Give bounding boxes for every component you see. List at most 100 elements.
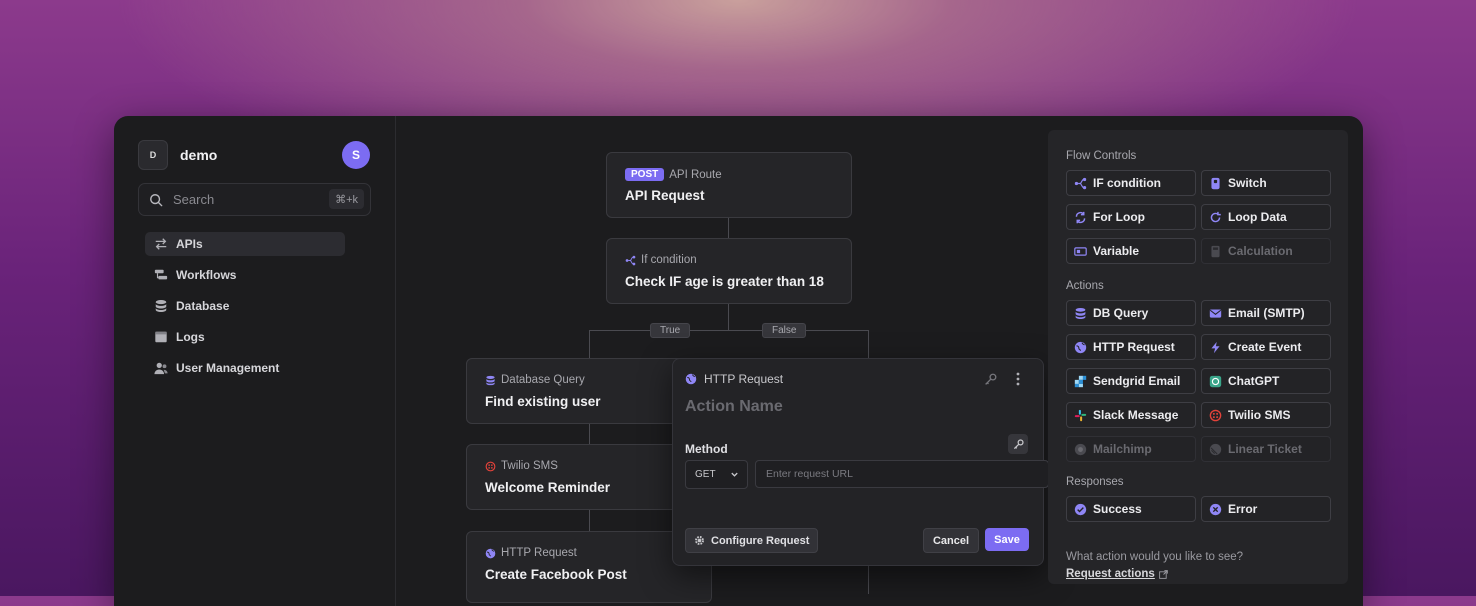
palette-item-label: Sendgrid Email bbox=[1093, 374, 1181, 388]
palette-slack-message[interactable]: Slack Message bbox=[1066, 402, 1196, 428]
palette-twilio-sms[interactable]: Twilio SMS bbox=[1201, 402, 1331, 428]
palette-email-smtp[interactable]: Email (SMTP) bbox=[1201, 300, 1331, 326]
node-title: Check IF age is greater than 18 bbox=[625, 274, 824, 289]
workflow-icon bbox=[154, 269, 168, 280]
method-value: GET bbox=[695, 469, 716, 480]
http-method-badge: POST bbox=[625, 168, 665, 181]
request-actions-label: Request actions bbox=[1066, 568, 1155, 580]
node-subtitle: HTTP Request bbox=[501, 547, 577, 559]
auth-key-button[interactable] bbox=[1008, 434, 1028, 454]
more-options-button[interactable] bbox=[1009, 370, 1027, 388]
sidebar-item-workflows[interactable]: Workflows bbox=[145, 263, 345, 287]
globe-icon bbox=[1074, 341, 1087, 353]
connector-line bbox=[589, 423, 590, 445]
palette-chatgpt[interactable]: ChatGPT bbox=[1201, 368, 1331, 394]
globe-icon bbox=[685, 373, 697, 385]
node-subtitle: Database Query bbox=[501, 374, 585, 386]
save-button[interactable]: Save bbox=[985, 528, 1029, 551]
loop-icon bbox=[1075, 211, 1086, 223]
node-title: Create Facebook Post bbox=[485, 567, 627, 582]
palette-variable[interactable]: Variable bbox=[1066, 238, 1196, 264]
database-icon bbox=[486, 375, 495, 385]
workspace-logo: D bbox=[138, 140, 168, 170]
palette-item-label: DB Query bbox=[1093, 306, 1149, 320]
branch-icon bbox=[1074, 177, 1087, 189]
palette-error[interactable]: Error bbox=[1201, 496, 1331, 522]
mailchimp-icon bbox=[1074, 443, 1087, 455]
node-subtitle: If condition bbox=[641, 254, 697, 266]
bolt-icon bbox=[1211, 341, 1220, 353]
key-button[interactable] bbox=[981, 370, 999, 388]
palette-create-event[interactable]: Create Event bbox=[1201, 334, 1331, 360]
app-window: D demo S ⌘+k APIs Workflows Database bbox=[114, 116, 1363, 606]
configure-label: Configure Request bbox=[711, 534, 810, 547]
cancel-button[interactable]: Cancel bbox=[923, 528, 979, 553]
palette-item-label: For Loop bbox=[1093, 210, 1145, 224]
palette-success[interactable]: Success bbox=[1066, 496, 1196, 522]
palette-item-label: ChatGPT bbox=[1228, 374, 1280, 388]
connector-line bbox=[589, 330, 590, 358]
more-vertical-icon bbox=[1016, 372, 1020, 386]
sidebar-item-label: Workflows bbox=[176, 268, 237, 282]
database-icon bbox=[155, 300, 167, 312]
palette-for-loop[interactable]: For Loop bbox=[1066, 204, 1196, 230]
connector-line bbox=[589, 330, 869, 331]
request-question: What action would you like to see? bbox=[1066, 551, 1244, 563]
palette-loop-data[interactable]: Loop Data bbox=[1201, 204, 1331, 230]
responses-heading: Responses bbox=[1066, 476, 1124, 488]
workspace-switcher[interactable]: D demo bbox=[138, 140, 217, 170]
search-icon bbox=[150, 193, 163, 206]
key-icon bbox=[1013, 438, 1024, 449]
palette-calculation: Calculation bbox=[1201, 238, 1331, 264]
branch-false-label: False bbox=[762, 323, 807, 338]
node-subtitle: API Route bbox=[669, 168, 722, 181]
palette-item-label: Calculation bbox=[1228, 244, 1293, 258]
sidebar-item-label: User Management bbox=[176, 361, 280, 375]
method-select[interactable]: GET bbox=[685, 460, 748, 489]
connector-line bbox=[868, 564, 869, 594]
database-icon bbox=[1075, 307, 1086, 319]
key-icon bbox=[984, 373, 996, 385]
check-circle-icon bbox=[1074, 503, 1087, 515]
mail-icon bbox=[1209, 308, 1222, 318]
action-name-field[interactable]: Action Name bbox=[685, 398, 783, 416]
chatgpt-icon bbox=[1209, 375, 1222, 387]
node-title: Find existing user bbox=[485, 394, 601, 409]
configure-request-button[interactable]: Configure Request bbox=[685, 528, 819, 553]
palette-item-label: Email (SMTP) bbox=[1228, 306, 1305, 320]
workspace-name: demo bbox=[180, 147, 218, 163]
palette-item-label: Slack Message bbox=[1093, 408, 1179, 422]
arrows-swap-icon bbox=[155, 238, 167, 250]
gear-icon bbox=[695, 536, 704, 545]
palette-db-query[interactable]: DB Query bbox=[1066, 300, 1196, 326]
sidebar-item-apis[interactable]: APIs bbox=[145, 232, 345, 256]
connector-line bbox=[728, 304, 729, 330]
node-api-request[interactable]: POST API Route API Request bbox=[606, 152, 852, 218]
palette-if-condition[interactable]: IF condition bbox=[1066, 170, 1196, 196]
node-if-condition[interactable]: If condition Check IF age is greater tha… bbox=[606, 238, 852, 304]
palette-http-request[interactable]: HTTP Request bbox=[1066, 334, 1196, 360]
flow-controls-heading: Flow Controls bbox=[1066, 150, 1137, 162]
node-subtitle: Twilio SMS bbox=[501, 460, 558, 472]
search-box[interactable]: ⌘+k bbox=[138, 183, 371, 216]
sidebar-item-user-management[interactable]: User Management bbox=[145, 356, 345, 380]
user-avatar[interactable]: S bbox=[342, 141, 370, 169]
refresh-icon bbox=[1210, 211, 1221, 222]
search-shortcut: ⌘+k bbox=[329, 189, 364, 209]
chevron-down-icon bbox=[730, 472, 738, 477]
sidebar-item-logs[interactable]: Logs bbox=[145, 325, 345, 349]
sendgrid-icon bbox=[1074, 375, 1087, 387]
request-actions-link[interactable]: Request actions bbox=[1066, 568, 1168, 580]
users-icon bbox=[154, 362, 168, 375]
connector-line bbox=[868, 330, 869, 358]
palette-item-label: Loop Data bbox=[1228, 210, 1287, 224]
sidebar-item-database[interactable]: Database bbox=[145, 294, 345, 318]
twilio-icon bbox=[485, 461, 496, 471]
palette-switch[interactable]: Switch bbox=[1201, 170, 1331, 196]
request-url-input[interactable] bbox=[755, 460, 1049, 488]
palette-item-label: Linear Ticket bbox=[1228, 442, 1302, 456]
search-input[interactable] bbox=[171, 191, 315, 208]
palette-item-label: Mailchimp bbox=[1093, 442, 1152, 456]
node-title: Welcome Reminder bbox=[485, 480, 611, 495]
palette-sendgrid-email[interactable]: Sendgrid Email bbox=[1066, 368, 1196, 394]
